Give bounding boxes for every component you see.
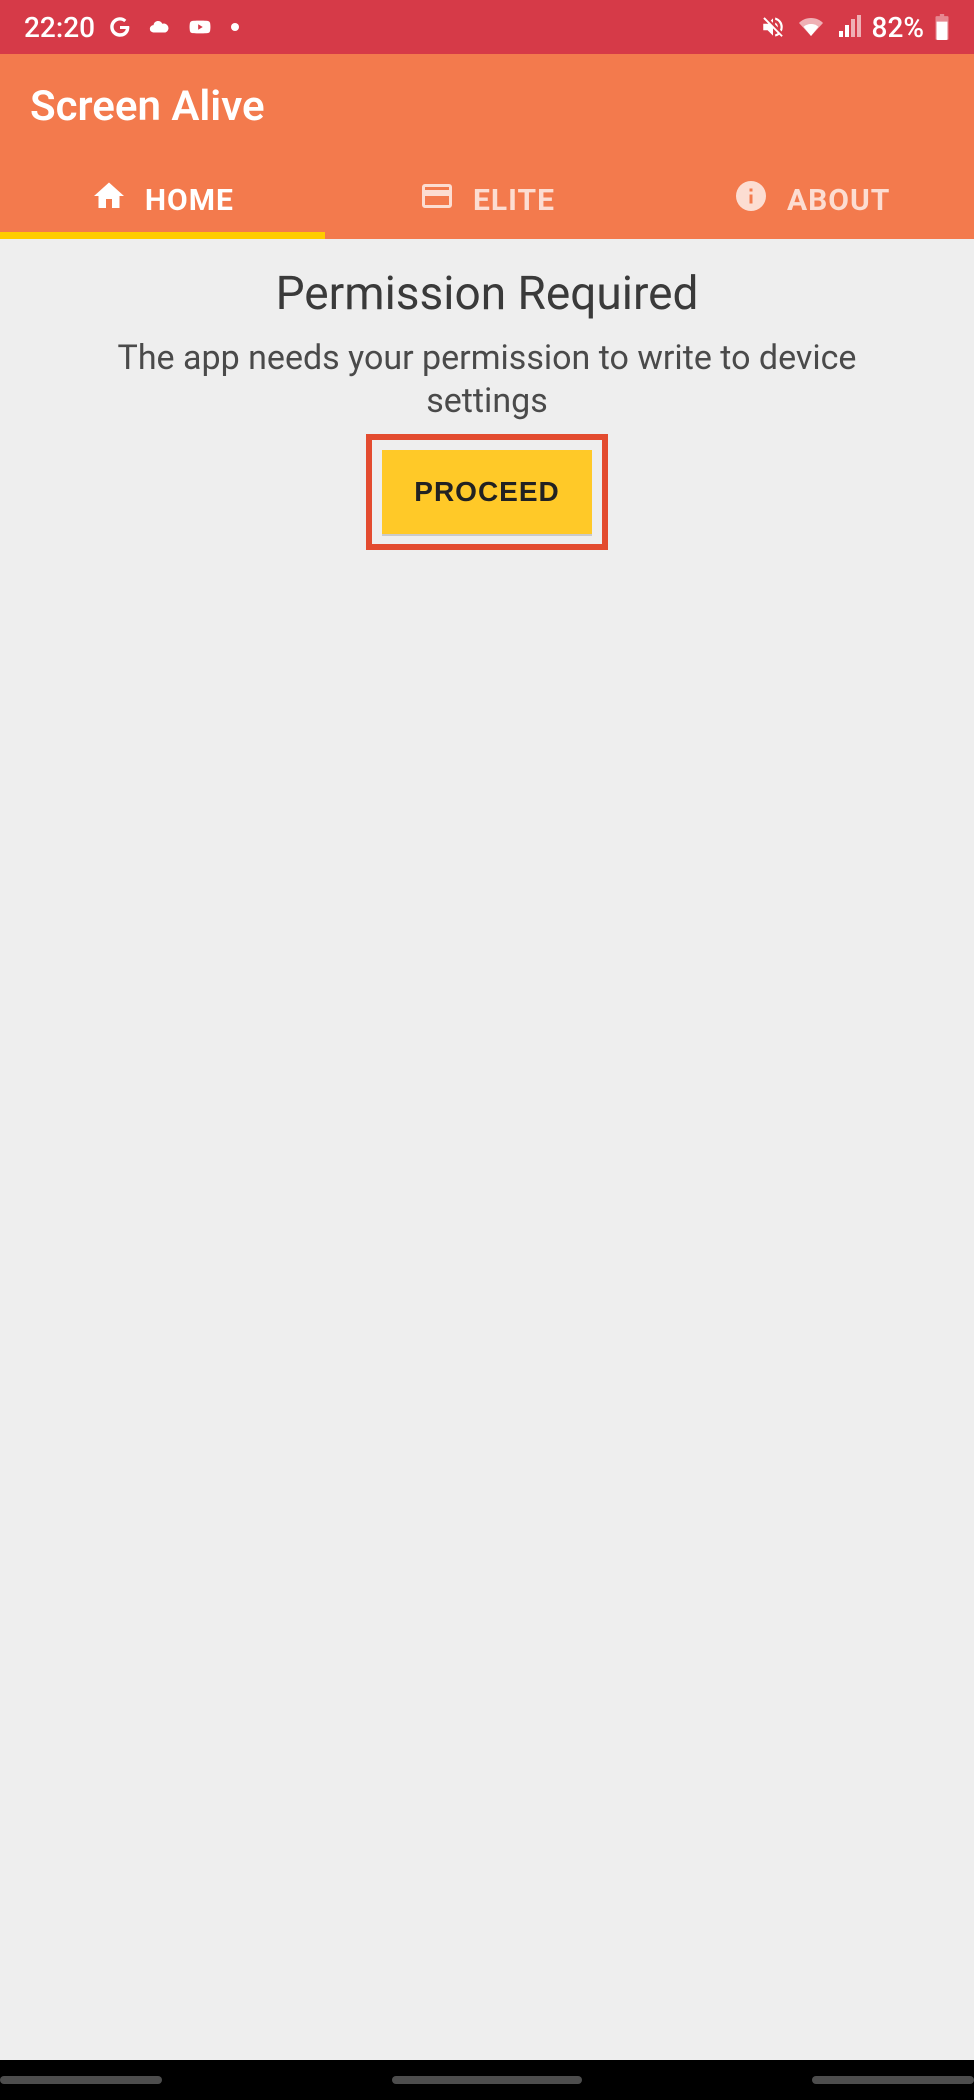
status-right: 82% bbox=[760, 11, 950, 44]
status-left: 22:20 bbox=[24, 11, 239, 44]
tab-about[interactable]: ABOUT bbox=[649, 161, 974, 239]
tab-elite[interactable]: ELITE bbox=[325, 161, 650, 239]
content-area: Permission Required The app needs your p… bbox=[0, 239, 974, 2060]
wifi-icon bbox=[796, 15, 826, 39]
tab-label: ABOUT bbox=[787, 183, 890, 218]
proceed-button[interactable]: PROCEED bbox=[382, 450, 592, 534]
nav-back[interactable] bbox=[812, 2076, 974, 2084]
nav-home[interactable] bbox=[392, 2076, 581, 2084]
android-nav-bar bbox=[0, 2060, 974, 2100]
tab-label: HOME bbox=[145, 183, 234, 218]
youtube-icon bbox=[185, 16, 215, 38]
nav-recent[interactable] bbox=[0, 2076, 162, 2084]
permission-description: The app needs your permission to write t… bbox=[87, 337, 887, 422]
app-bar: Screen Alive HOME ELITE ABOUT bbox=[0, 54, 974, 239]
notification-dot-icon bbox=[231, 23, 239, 31]
mute-icon bbox=[760, 14, 786, 40]
google-icon bbox=[107, 14, 133, 40]
permission-title: Permission Required bbox=[0, 267, 974, 321]
signal-icon bbox=[836, 15, 862, 39]
device-frame: 22:20 82% bbox=[0, 0, 974, 2100]
card-icon bbox=[419, 178, 455, 222]
cloud-icon bbox=[145, 16, 173, 38]
highlight-box: PROCEED bbox=[366, 434, 608, 550]
tab-label: ELITE bbox=[473, 183, 555, 218]
tab-bar: HOME ELITE ABOUT bbox=[0, 161, 974, 239]
home-icon bbox=[91, 178, 127, 222]
app-title: Screen Alive bbox=[0, 54, 974, 161]
battery-percent: 82% bbox=[872, 11, 924, 44]
tab-home[interactable]: HOME bbox=[0, 161, 325, 239]
info-icon bbox=[733, 178, 769, 222]
battery-icon bbox=[934, 14, 950, 40]
status-time: 22:20 bbox=[24, 11, 95, 44]
status-bar: 22:20 82% bbox=[0, 0, 974, 54]
